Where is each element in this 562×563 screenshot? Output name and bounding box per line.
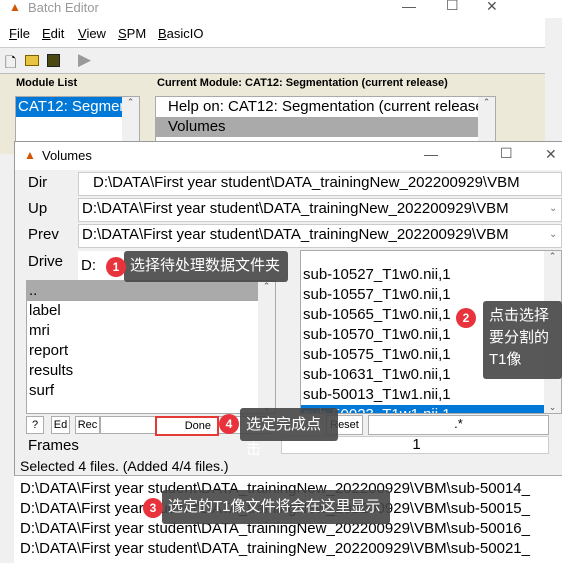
annotation-badge-1: 1 (106, 257, 126, 277)
volumes-title: Volumes (42, 148, 92, 163)
directory-item[interactable]: .. (27, 281, 258, 301)
annotation-tooltip-2: 点击选择要分割的T1像 (483, 301, 562, 379)
up-value: D:\DATA\First year student\DATA_training… (82, 200, 509, 217)
annotation-badge-2: 2 (456, 308, 476, 328)
file-item[interactable]: sub-50013_T1w1.nii,1 (301, 385, 561, 405)
frames-label: Frames (28, 437, 79, 454)
module-list-label: Module List (16, 77, 78, 89)
close-button[interactable]: ✕ (486, 0, 498, 15)
module-help-item[interactable]: Help on: CAT12: Segmentation (current re… (156, 97, 495, 117)
dir-label: Dir (28, 174, 48, 191)
scrollbar[interactable]: ⌃ ⌄ (258, 281, 275, 413)
selected-file-item[interactable]: D:\DATA\First year student\DATA_training… (18, 539, 562, 559)
annotation-badge-3: 3 (143, 498, 163, 518)
annotation-tooltip-1: 选择待处理数据文件夹 (124, 251, 288, 282)
menu-basicio[interactable]: BasicIO (158, 26, 204, 41)
annotation-badge-4: 4 (219, 414, 239, 434)
directory-item[interactable]: report (27, 341, 275, 361)
up-dropdown[interactable]: D:\DATA\First year student\DATA_training… (78, 198, 562, 222)
directory-item[interactable]: surf (27, 381, 275, 401)
up-label: Up (28, 200, 48, 217)
minimize-button[interactable]: — (424, 146, 438, 162)
menu-spm[interactable]: SPM (118, 26, 146, 41)
dir-field[interactable]: D:\DATA\First year student\DATA_training… (78, 172, 562, 196)
prev-label: Prev (28, 226, 59, 243)
menu-edit[interactable]: Edit (42, 26, 64, 41)
menu-view[interactable]: View (78, 26, 106, 41)
run-icon[interactable]: ▶ (78, 50, 91, 70)
window-title: Batch Editor (28, 0, 99, 15)
minimize-button[interactable]: — (402, 0, 416, 14)
new-file-icon[interactable]: 🗋 (5, 52, 16, 76)
status-text: Selected 4 files. (Added 4/4 files.) (20, 458, 229, 474)
directory-item[interactable]: mri (27, 321, 275, 341)
close-button[interactable]: ✕ (545, 146, 557, 163)
menu-file[interactable]: File (9, 26, 30, 41)
module-item[interactable]: CAT12: Segmer (16, 97, 122, 117)
prev-value: D:\DATA\First year student\DATA_training… (82, 226, 509, 243)
maximize-button[interactable]: ☐ (446, 0, 459, 14)
directory-item[interactable]: label (27, 301, 275, 321)
save-icon[interactable] (47, 54, 60, 67)
chevron-down-icon[interactable]: ⌄ (549, 203, 557, 214)
current-module-label: Current Module: CAT12: Segmentation (cur… (157, 77, 448, 89)
annotation-tooltip-4: 选定完成点击 (240, 408, 338, 458)
prev-dropdown[interactable]: D:\DATA\First year student\DATA_training… (78, 224, 562, 248)
matlab-logo-icon: ▲ (24, 148, 36, 162)
rec-button[interactable]: Rec (75, 416, 100, 434)
matlab-logo-icon: ▲ (9, 0, 21, 14)
volumes-titlebar (15, 142, 562, 170)
drive-label: Drive (28, 253, 64, 270)
module-volumes-item[interactable]: Volumes (156, 117, 479, 137)
help-button[interactable]: ? (26, 416, 44, 434)
ed-button[interactable]: Ed (51, 416, 70, 434)
filter-field[interactable]: .* (368, 415, 549, 435)
file-item[interactable]: sub-10527_T1w0.nii,1 (301, 265, 561, 285)
done-button[interactable]: Done (155, 416, 219, 436)
annotation-tooltip-3: 选定的T1像文件将会在这里显示 (162, 490, 390, 524)
directory-item[interactable]: results (27, 361, 275, 381)
open-folder-icon[interactable] (25, 55, 39, 66)
maximize-button[interactable]: ☐ (500, 145, 513, 162)
chevron-down-icon[interactable]: ⌄ (549, 229, 557, 240)
directory-list[interactable]: .. label mri report results surf ⌃ ⌄ (26, 280, 276, 414)
